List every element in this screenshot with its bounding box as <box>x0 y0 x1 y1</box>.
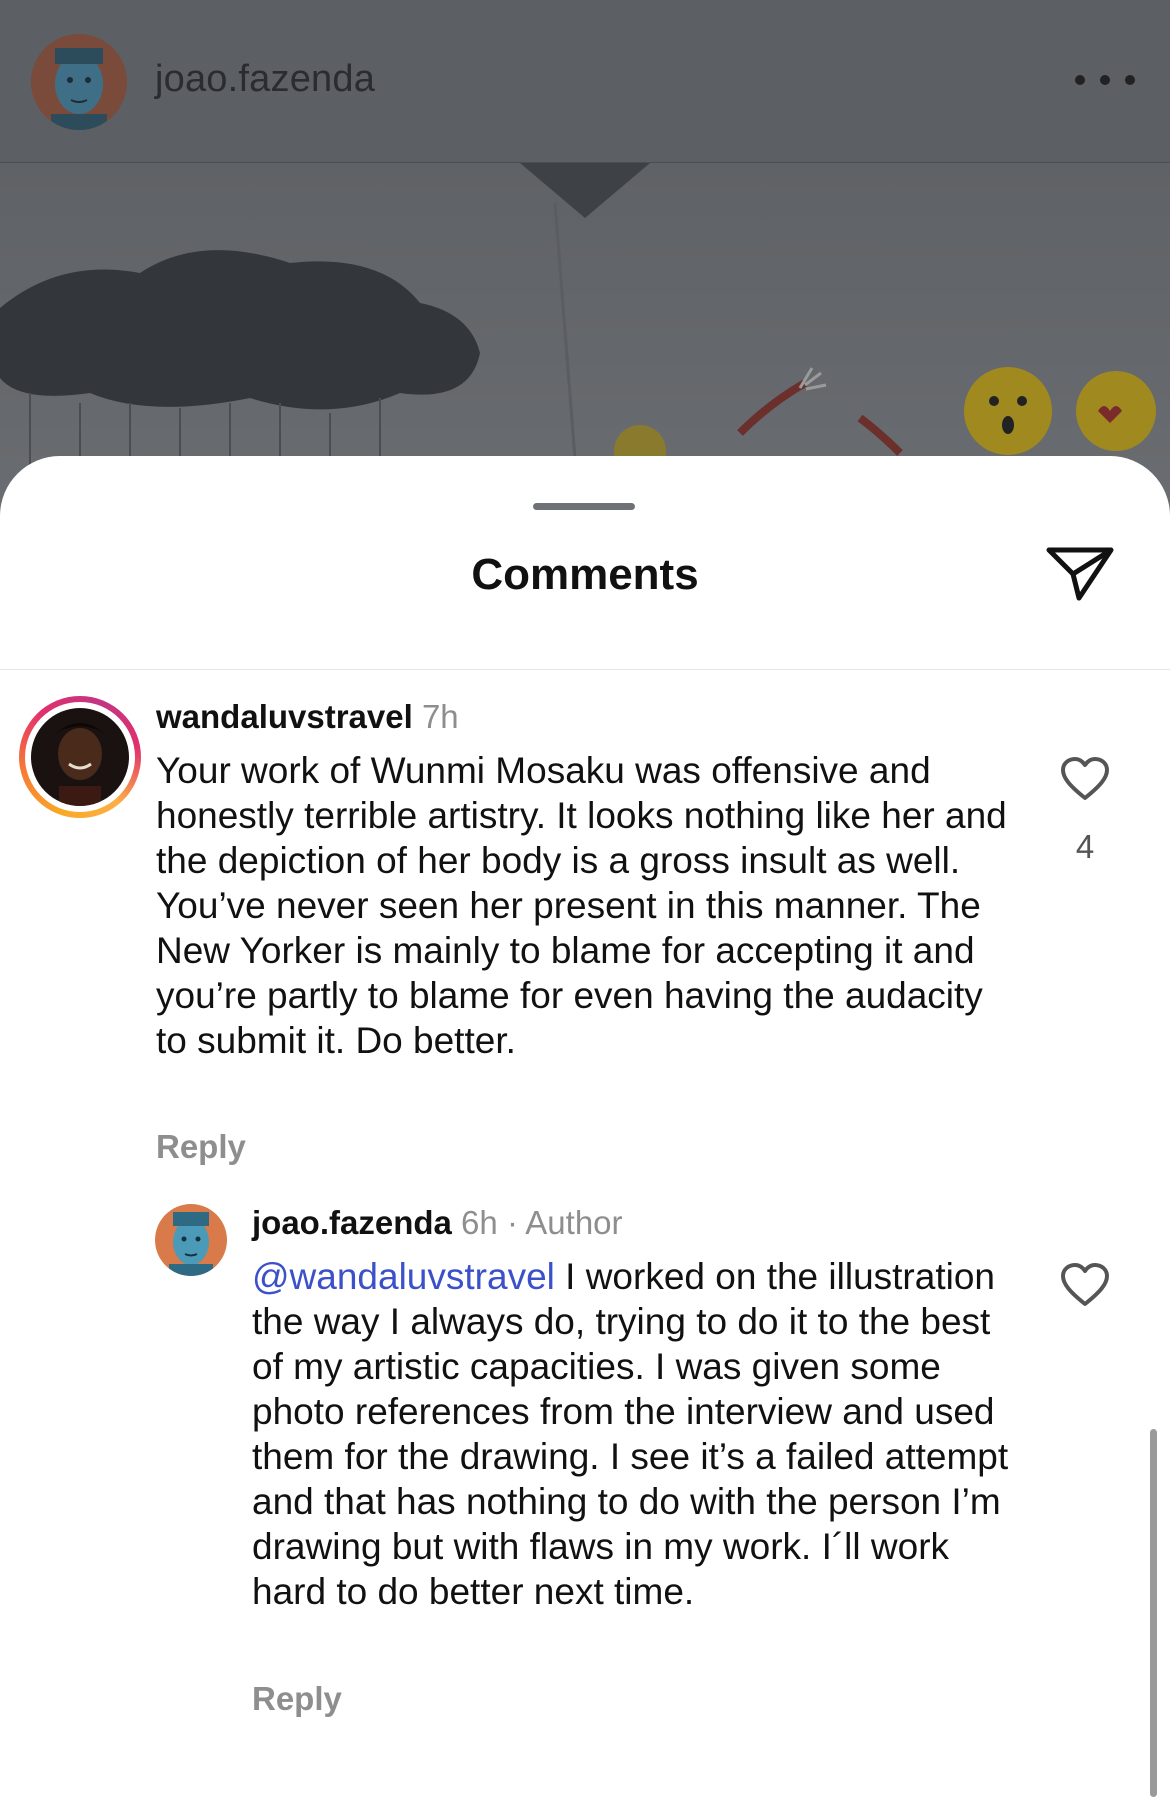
reply-username[interactable]: joao.fazenda <box>252 1204 452 1241</box>
scrollbar[interactable] <box>1150 1429 1157 1797</box>
comment-text: Your work of Wunmi Mosaku was offensive … <box>156 750 1007 1061</box>
reply-meta: joao.fazenda 6h · Author <box>252 1204 623 1242</box>
reply-body: I worked on the illustration the way I a… <box>252 1256 1009 1612</box>
sheet-title: Comments <box>471 550 699 599</box>
reply-button[interactable]: Reply <box>156 1128 246 1166</box>
comment-username[interactable]: wandaluvstravel <box>156 698 413 735</box>
author-avatar[interactable] <box>31 34 127 130</box>
like-count: 4 <box>1075 828 1095 865</box>
comment-meta: wandaluvstravel 7h <box>156 698 459 736</box>
meta-separator: · <box>506 1204 518 1241</box>
sheet-grabber-handle[interactable] <box>533 503 635 510</box>
commenter-avatar[interactable] <box>31 708 129 806</box>
sheet-divider <box>0 669 1170 670</box>
reply-author-avatar[interactable] <box>155 1204 227 1276</box>
reply-time: 6h <box>461 1204 498 1241</box>
heart-icon[interactable] <box>1060 1262 1110 1308</box>
author-badge: Author <box>525 1204 623 1241</box>
heart-icon[interactable] <box>1060 756 1110 802</box>
commenter-avatar-story-ring[interactable] <box>19 696 141 818</box>
user-mention[interactable]: @wandaluvstravel <box>252 1256 555 1297</box>
reply-button[interactable]: Reply <box>252 1680 342 1718</box>
post-header: joao.fazenda <box>0 0 1170 163</box>
send-icon[interactable] <box>1043 540 1117 606</box>
reply-text: @wandaluvstravel I worked on the illustr… <box>252 1254 1012 1614</box>
comments-sheet: Comments wandaluvstravel 7h Your work of… <box>0 456 1170 1797</box>
more-options-icon[interactable] <box>1075 60 1135 100</box>
comment-time: 7h <box>421 698 459 735</box>
post-username[interactable]: joao.fazenda <box>155 58 375 101</box>
